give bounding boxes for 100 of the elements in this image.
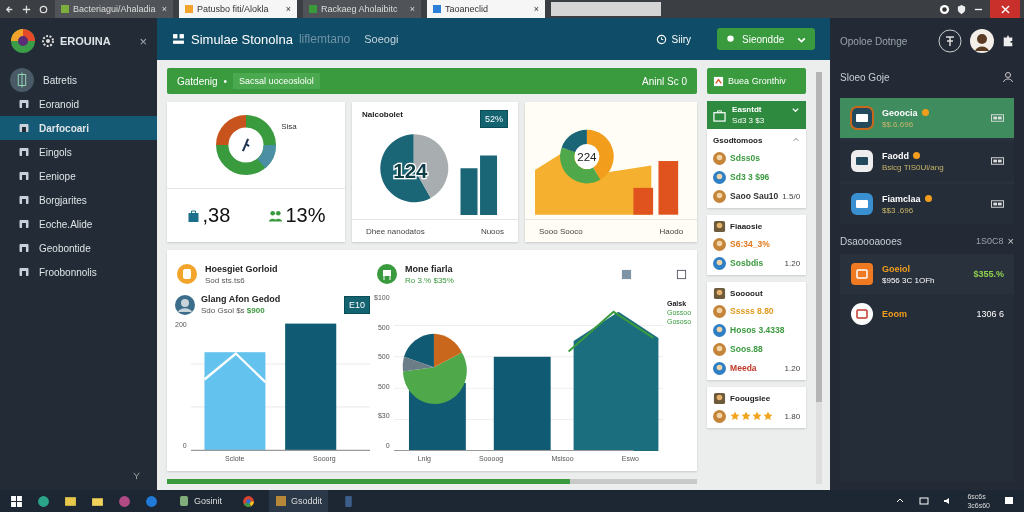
edge-icon[interactable]: [145, 494, 158, 508]
dashboard-icon: [172, 32, 185, 46]
menu-item-icon: [18, 122, 30, 134]
browser-tab[interactable]: Rackaeg Aholaibitc ×: [303, 0, 421, 18]
page-subtitle: liflemtano: [298, 32, 351, 46]
sidebar-item[interactable]: Eeniope: [0, 164, 157, 188]
card-title: Nalcobolet: [362, 110, 403, 121]
menu-item-icon: [18, 194, 30, 206]
chart-center-value: 224: [577, 150, 597, 164]
list-entry: Sdss0s: [730, 153, 760, 163]
briefcase-icon: [713, 108, 727, 122]
action-button[interactable]: Buea Gronthiv: [707, 68, 807, 94]
chrome-icon[interactable]: [242, 494, 255, 508]
card-icon[interactable]: [991, 200, 1004, 208]
reload-icon[interactable]: [38, 3, 49, 15]
chart-caption: Nuoos: [480, 226, 504, 236]
percent-badge: 52%: [480, 110, 508, 128]
entry-value: 1.20: [784, 363, 801, 373]
sidebar-item[interactable]: Geobontide: [0, 236, 157, 260]
account-card[interactable]: Easntdt Sd3 3 $3: [707, 101, 807, 129]
app-icon: [850, 192, 874, 216]
entry-value: 1.5/0: [782, 191, 801, 201]
folder-icon[interactable]: [64, 494, 77, 508]
sidebar-item[interactable]: Borgjarites: [0, 188, 157, 212]
donut-hole: [574, 144, 600, 170]
panel-item[interactable]: Fiamclaa $$3 .696: [840, 184, 1014, 224]
thumbnail-icon: [713, 391, 727, 405]
sidebar-item[interactable]: Eoranoid: [0, 92, 157, 116]
item-detail: $$.6.696: [882, 119, 915, 129]
status-link[interactable]: Siiry: [655, 33, 691, 45]
sidebar-item[interactable]: Darfocoari: [0, 116, 157, 140]
sidebar-item[interactable]: Froobonnolis: [0, 260, 157, 284]
sidebar-item[interactable]: Batretis: [0, 68, 157, 92]
chart-caption: Dhee nanodatos: [366, 226, 425, 236]
list-title: Foougslee: [730, 393, 771, 403]
entry-detail: $956 3C 1OFh: [882, 275, 935, 285]
avatar-icon: [713, 151, 727, 165]
gear-icon: [41, 34, 55, 48]
panel-title: Opoloe Dotnge: [840, 35, 908, 47]
list-title: Sloeo Goje: [840, 71, 890, 83]
taskbar-app[interactable]: Gsoddit: [269, 490, 329, 512]
section-count: 1S0C8: [976, 236, 1004, 246]
caret-icon[interactable]: [791, 105, 801, 114]
chart-bar: [633, 187, 654, 215]
dropdown-button[interactable]: Sieondde: [717, 28, 815, 50]
clock-icon: [655, 33, 667, 45]
browser-tab[interactable]: Patusbo fiti/Alokla ×: [179, 0, 297, 18]
panel-item[interactable]: Geoocia $$.6.696: [840, 98, 1014, 138]
browser-tab[interactable]: Taoaneclid ×: [427, 0, 545, 18]
shield-icon[interactable]: [956, 3, 967, 15]
browser-icon[interactable]: [37, 494, 50, 508]
entry-value: 1.20: [784, 258, 801, 268]
thumbnail-icon: [713, 219, 727, 233]
badge-icon: [177, 264, 197, 284]
chart-icon: [713, 75, 725, 87]
section-subtitle: Sod sts.ts6: [205, 275, 246, 285]
person-detail: Sdo Gsol $s $900: [201, 306, 266, 315]
item-detail: $$3 .696: [882, 205, 915, 215]
entry-value: 1.80: [784, 411, 801, 421]
item-detail: Bsicg TIS0Ul/ang: [882, 162, 944, 172]
close-button[interactable]: ×: [139, 33, 147, 49]
app-icon: [850, 149, 874, 173]
close-button[interactable]: ×: [1007, 235, 1014, 247]
banner-info: Aninl Sc 0: [642, 75, 688, 87]
menu-item-icon: [18, 218, 30, 230]
list-entry: S6:34_3%: [730, 239, 770, 249]
sidebar-item[interactable]: Eingols: [0, 140, 157, 164]
profile-icon[interactable]: [939, 3, 950, 15]
section-title: Hoesgiet Gorloid: [205, 263, 278, 274]
media-icon[interactable]: [118, 494, 131, 508]
list-entry: Meeda: [730, 363, 757, 373]
avatar-icon: [713, 304, 727, 318]
avatar-icon[interactable]: [970, 29, 994, 53]
chart-bar: [480, 155, 498, 215]
notification-icon[interactable]: [1004, 496, 1014, 506]
copy-icon[interactable]: [676, 268, 688, 280]
browser-tab[interactable]: Bacteriagui/Ahaladia ×: [55, 0, 173, 18]
puzzle-icon[interactable]: [1002, 35, 1014, 47]
menu-item-icon: [18, 98, 30, 110]
status-dot: [924, 195, 932, 202]
user-icon: [725, 33, 736, 45]
person-name: Glang Afon Gedod: [201, 294, 281, 304]
avatar-icon: [713, 409, 727, 423]
plus-icon[interactable]: [21, 3, 32, 15]
card-icon[interactable]: [991, 157, 1004, 165]
avatar-icon: [713, 237, 727, 251]
stat-value: ,38: [202, 204, 231, 227]
image-icon[interactable]: [621, 268, 633, 280]
user-icon[interactable]: [1002, 71, 1014, 83]
panel-item[interactable]: Faodd Bsicg TIS0Ul/ang: [840, 141, 1014, 181]
list-entry: Sosbdis: [730, 258, 764, 268]
close-button[interactable]: [990, 0, 1020, 18]
search-link[interactable]: Soeogi: [364, 33, 399, 45]
taskbar-app[interactable]: Gosinit: [172, 490, 228, 512]
sidebar-item[interactable]: Eoche.Alide: [0, 212, 157, 236]
start-icon[interactable]: [10, 494, 23, 508]
scrollbar[interactable]: [816, 72, 822, 484]
list-entry: Hosos 3.4338: [730, 325, 785, 335]
network-icon[interactable]: [919, 496, 930, 506]
list-entry: Sd3 3 $96: [730, 172, 770, 182]
